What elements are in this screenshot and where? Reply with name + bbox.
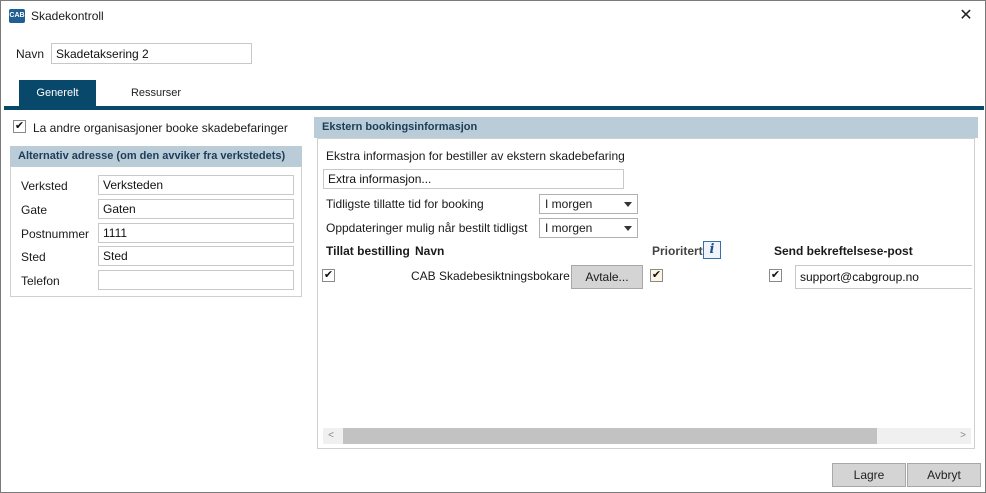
allow-booking-row-checkbox[interactable]: ✔ — [322, 269, 335, 282]
external-booking-header: Ekstern bookingsinformasjon — [314, 117, 978, 138]
telefon-label: Telefon — [21, 274, 60, 288]
horizontal-scrollbar[interactable]: < > — [323, 428, 971, 444]
verksted-input[interactable] — [98, 175, 294, 195]
priority-checkbox[interactable]: ✔ — [650, 269, 663, 282]
earliest-booking-select[interactable]: I morgen — [539, 194, 638, 214]
scroll-right-icon[interactable]: > — [955, 428, 971, 444]
tab-underline — [4, 106, 984, 110]
sted-input[interactable] — [98, 246, 294, 266]
extra-info-label: Ekstra informasjon for bestiller av ekst… — [326, 149, 625, 163]
extra-info-input[interactable] — [323, 169, 624, 189]
cancel-button[interactable]: Avbryt — [907, 463, 981, 487]
telefon-input[interactable] — [98, 270, 294, 290]
tab-ressurser[interactable]: Ressurser — [118, 80, 194, 106]
close-icon[interactable]: ✕ — [953, 5, 979, 27]
gate-input[interactable] — [98, 199, 294, 219]
email-input[interactable] — [795, 265, 972, 289]
title-bar: CAB Skadekontroll ✕ — [1, 1, 985, 32]
info-icon[interactable]: i — [703, 241, 721, 259]
col-priority: Prioritert — [652, 244, 703, 258]
gate-label: Gate — [21, 203, 48, 217]
col-allow-booking: Tillat bestilling — [326, 244, 410, 258]
scrollbar-thumb[interactable] — [343, 428, 877, 444]
earliest-booking-label: Tidligste tillatte tid for booking — [326, 197, 484, 211]
save-button[interactable]: Lagre — [832, 463, 906, 487]
chevron-down-icon — [624, 202, 632, 207]
col-name: Navn — [415, 244, 445, 258]
window-title: Skadekontroll — [31, 9, 104, 23]
dialog-window: CAB Skadekontroll ✕ Navn Generelt Ressur… — [0, 0, 986, 493]
verksted-label: Verksted — [21, 179, 68, 193]
updates-possible-value: I morgen — [545, 221, 593, 235]
tab-generelt[interactable]: Generelt — [19, 80, 96, 106]
allow-booking-label: La andre organisasjoner booke skadebefar… — [33, 121, 288, 135]
updates-possible-label: Oppdateringer mulig når bestilt tidligst — [326, 221, 528, 235]
provider-name: CAB Skadebesiktningsbokare — [411, 269, 570, 283]
earliest-booking-value: I morgen — [545, 197, 593, 211]
name-label: Navn — [16, 47, 45, 61]
postnummer-label: Postnummer — [21, 227, 90, 241]
alt-address-header: Alternativ adresse (om den avviker fra v… — [10, 146, 302, 167]
sted-label: Sted — [21, 250, 46, 264]
allow-booking-checkbox[interactable]: ✔ — [13, 120, 26, 133]
cab-logo-icon: CAB — [9, 9, 25, 23]
postnummer-input[interactable] — [98, 223, 294, 243]
updates-possible-select[interactable]: I morgen — [539, 218, 638, 238]
agreement-button[interactable]: Avtale... — [571, 265, 643, 289]
name-input[interactable] — [51, 43, 252, 64]
chevron-down-icon — [624, 226, 632, 231]
scroll-left-icon[interactable]: < — [323, 428, 339, 444]
col-send-confirmation: Send bekreftelsese-post — [774, 244, 913, 258]
send-confirmation-checkbox[interactable]: ✔ — [769, 269, 782, 282]
